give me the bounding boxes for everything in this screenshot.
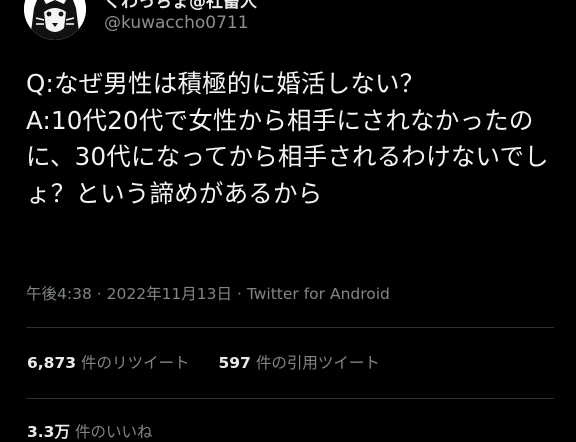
meta-separator: · (96, 285, 102, 303)
tweet: くわっちょ@社畜人 @kuwaccho0711 Q:なぜ男性は積極的に婚活しない… (0, 0, 576, 441)
likes-stat[interactable]: 3.3万 件のいいね (27, 420, 152, 442)
quotes-count: 597 (218, 354, 251, 372)
retweets-count: 6,873 (27, 354, 77, 372)
tweet-text: Q:なぜ男性は積極的に婚活しない？ A:10代20代で女性から相手にされなかった… (26, 69, 549, 208)
tweet-time[interactable]: 午後4:38 (26, 285, 92, 303)
divider (26, 327, 554, 328)
divider (26, 398, 554, 399)
tweet-meta: 午後4:38 · 2022年11月13日 · Twitter for Andro… (26, 282, 390, 304)
tweet-stats: 6,873 件のリツイート 597 件の引用ツイート (27, 351, 404, 373)
tweet-date[interactable]: 2022年11月13日 (107, 285, 232, 303)
avatar[interactable] (24, 0, 86, 40)
likes-count: 3.3万 (27, 423, 70, 441)
quotes-label: 件の引用ツイート (255, 354, 380, 372)
tweet-source[interactable]: Twitter for Android (247, 285, 390, 303)
retweets-label: 件のリツイート (81, 354, 190, 372)
meta-separator: · (236, 285, 242, 303)
author-display-name[interactable]: くわっちょ@社畜人 (104, 0, 257, 12)
likes-label: 件のいいね (74, 423, 153, 441)
retweets-stat[interactable]: 6,873 件のリツイート (27, 351, 190, 373)
author-handle[interactable]: @kuwaccho0711 (104, 13, 249, 33)
husky-avatar-icon (24, 0, 86, 40)
quotes-stat[interactable]: 597 件の引用ツイート (218, 351, 379, 373)
